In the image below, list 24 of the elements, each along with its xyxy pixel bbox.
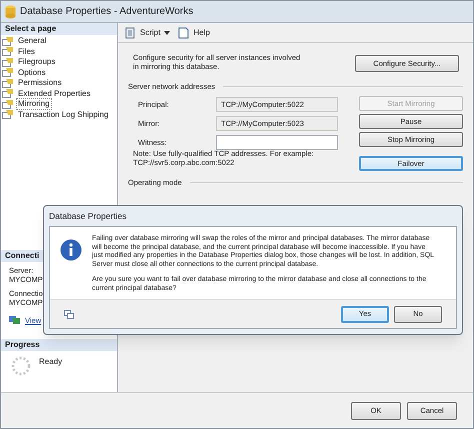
script-button[interactable]: Script	[140, 26, 160, 38]
dialog-title: Database Properties	[49, 210, 128, 223]
info-icon	[60, 239, 82, 261]
page-item[interactable]: Permissions	[16, 77, 64, 90]
page-item[interactable]: Extended Properties	[16, 88, 92, 100]
page-item[interactable]: Mirroring	[16, 98, 52, 110]
spinner-icon	[11, 356, 31, 376]
database-icon	[5, 4, 16, 18]
help-button[interactable]: Help	[193, 26, 210, 38]
page-item[interactable]: Files	[16, 46, 37, 58]
copy-icon[interactable]	[64, 310, 74, 318]
window-title: Database Properties - AdventureWorks	[20, 5, 194, 19]
computers-icon	[9, 315, 21, 325]
sidebar-header: Select a page	[1, 23, 117, 35]
progress-header: Progress	[1, 339, 117, 351]
page-item[interactable]: Options	[16, 66, 48, 79]
progress-status: Ready	[39, 356, 62, 368]
page-item[interactable]: Filegroups	[16, 56, 58, 68]
help-icon	[178, 26, 190, 38]
dropdown-arrow-icon[interactable]	[164, 30, 170, 34]
page-item[interactable]: General	[16, 35, 48, 48]
address-field[interactable]	[216, 134, 338, 150]
script-icon	[124, 26, 136, 38]
page-item[interactable]: Transaction Log Shipping	[16, 108, 110, 121]
